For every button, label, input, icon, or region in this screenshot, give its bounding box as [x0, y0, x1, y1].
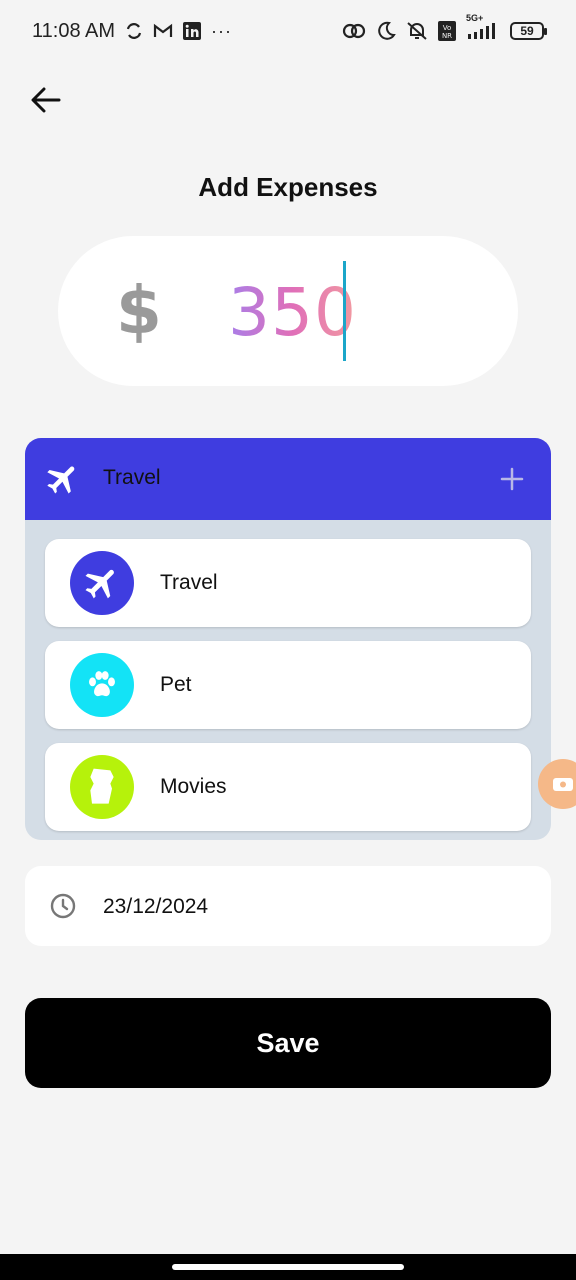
- home-gesture-handle[interactable]: [172, 1264, 404, 1270]
- link-icon: [342, 22, 366, 40]
- category-label: Movies: [160, 775, 227, 798]
- status-bar: 11:08 AM ··· Vo NR 5G+ 59: [0, 0, 576, 62]
- page-title: Add Expenses: [198, 172, 378, 202]
- currency-symbol: $: [116, 272, 162, 349]
- ticket-icon: [90, 768, 114, 804]
- arrow-left-icon: [31, 87, 61, 113]
- network-type: 5G+: [466, 13, 484, 23]
- mute-bell-icon: [406, 21, 428, 41]
- status-left: 11:08 AM ···: [32, 20, 232, 43]
- date-field[interactable]: 23/12/2024: [25, 866, 551, 946]
- navigation-bar: [0, 1254, 576, 1280]
- save-button[interactable]: Save: [25, 998, 551, 1088]
- status-time: 11:08 AM: [32, 19, 116, 42]
- svg-text:NR: NR: [442, 32, 452, 40]
- category-icon-circle: [70, 653, 134, 717]
- signal-icon: 5G+: [466, 13, 500, 41]
- sync-icon: [125, 22, 143, 40]
- category-item-pet[interactable]: Pet: [45, 641, 531, 729]
- amount-input[interactable]: $ 350: [58, 236, 518, 386]
- paw-icon: [89, 671, 115, 697]
- status-right: Vo NR 5G+ 59: [342, 13, 547, 41]
- category-panel: Travel Travel Pet Movies: [25, 438, 551, 840]
- linkedin-icon: [183, 22, 202, 40]
- category-item-travel[interactable]: Travel: [45, 539, 531, 627]
- category-label: Travel: [160, 571, 218, 594]
- airplane-icon: [85, 569, 114, 599]
- category-item-movies[interactable]: Movies: [45, 743, 531, 831]
- category-icon-circle: [70, 551, 134, 615]
- airplane-icon: [43, 460, 83, 503]
- video-camera-icon: [553, 778, 573, 791]
- back-button[interactable]: [26, 80, 66, 120]
- battery-icon: 59: [510, 22, 547, 40]
- category-icon-circle: [70, 755, 134, 819]
- clock-icon: [50, 893, 76, 924]
- battery-level: 59: [520, 24, 534, 38]
- date-value: 23/12/2024: [103, 895, 209, 918]
- svg-text:Vo: Vo: [443, 24, 452, 32]
- text-cursor: [343, 261, 346, 361]
- amount-value: 350: [228, 274, 357, 351]
- gmail-icon: [153, 23, 173, 39]
- category-header[interactable]: Travel: [25, 438, 551, 520]
- add-category-button[interactable]: [495, 462, 529, 496]
- plus-icon: [500, 467, 524, 491]
- selected-category-label: Travel: [103, 466, 161, 489]
- category-label: Pet: [160, 673, 192, 696]
- moon-icon: [376, 21, 396, 41]
- more-notifications-icon: ···: [211, 20, 233, 41]
- volte-icon: Vo NR: [438, 21, 456, 41]
